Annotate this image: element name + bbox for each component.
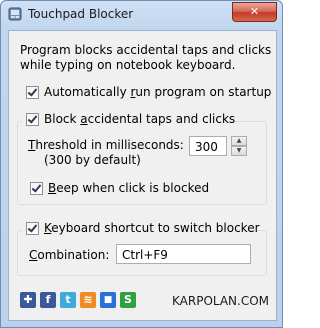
delicious-squares-icon[interactable]: ■ — [100, 292, 116, 308]
rss-icon[interactable]: ≋ — [80, 292, 96, 308]
threshold-input[interactable]: 300 — [189, 136, 227, 156]
beep-label[interactable]: Beep when click is blocked — [48, 181, 209, 195]
beep-check-mark[interactable] — [30, 182, 43, 195]
block-taps-legend[interactable]: Block accidental taps and clicks — [22, 111, 235, 127]
stumble-icon[interactable]: S — [120, 292, 136, 308]
facebook-icon[interactable]: f — [40, 292, 56, 308]
close-button[interactable]: ✕ — [232, 2, 277, 22]
autorun-check-mark[interactable] — [26, 86, 39, 99]
combination-input[interactable]: Ctrl+F9 — [116, 244, 251, 264]
shortcut-legend[interactable]: Keyboard shortcut to switch blocker — [22, 220, 260, 236]
description-line-2: while typing on notebook keyboard. — [20, 58, 236, 72]
block-taps-label[interactable]: Block accidental taps and clicks — [44, 112, 235, 126]
app-window: Touchpad Blocker ✕ Program blocks accide… — [0, 0, 283, 328]
close-icon: ✕ — [249, 5, 260, 18]
title-bar[interactable]: Touchpad Blocker ✕ — [1, 1, 282, 29]
combination-label: Combination: — [29, 248, 110, 262]
app-icon — [8, 7, 22, 21]
shortcut-check-mark[interactable] — [26, 222, 39, 235]
chevron-up-icon: ▲ — [236, 137, 242, 144]
window-title: Touchpad Blocker — [28, 7, 134, 21]
threshold-spin-down[interactable]: ▼ — [231, 146, 247, 156]
threshold-label: Threshold in milliseconds: — [28, 138, 184, 152]
description-line-1: Program blocks accidental taps and click… — [20, 43, 272, 57]
twitter-icon[interactable]: t — [60, 292, 76, 308]
chevron-down-icon: ▼ — [236, 147, 242, 154]
block-taps-check-mark[interactable] — [26, 113, 39, 126]
website-link[interactable]: KARPOLAN.COM — [172, 294, 269, 308]
delicious-icon[interactable]: ✚ — [20, 292, 36, 308]
shortcut-label[interactable]: Keyboard shortcut to switch blocker — [44, 221, 260, 235]
threshold-default-note: (300 by default) — [44, 153, 141, 167]
autorun-label[interactable]: Automatically run program on startup — [44, 85, 271, 99]
client-area: Program blocks accidental taps and click… — [8, 30, 277, 321]
threshold-spin-up[interactable]: ▲ — [231, 136, 247, 146]
